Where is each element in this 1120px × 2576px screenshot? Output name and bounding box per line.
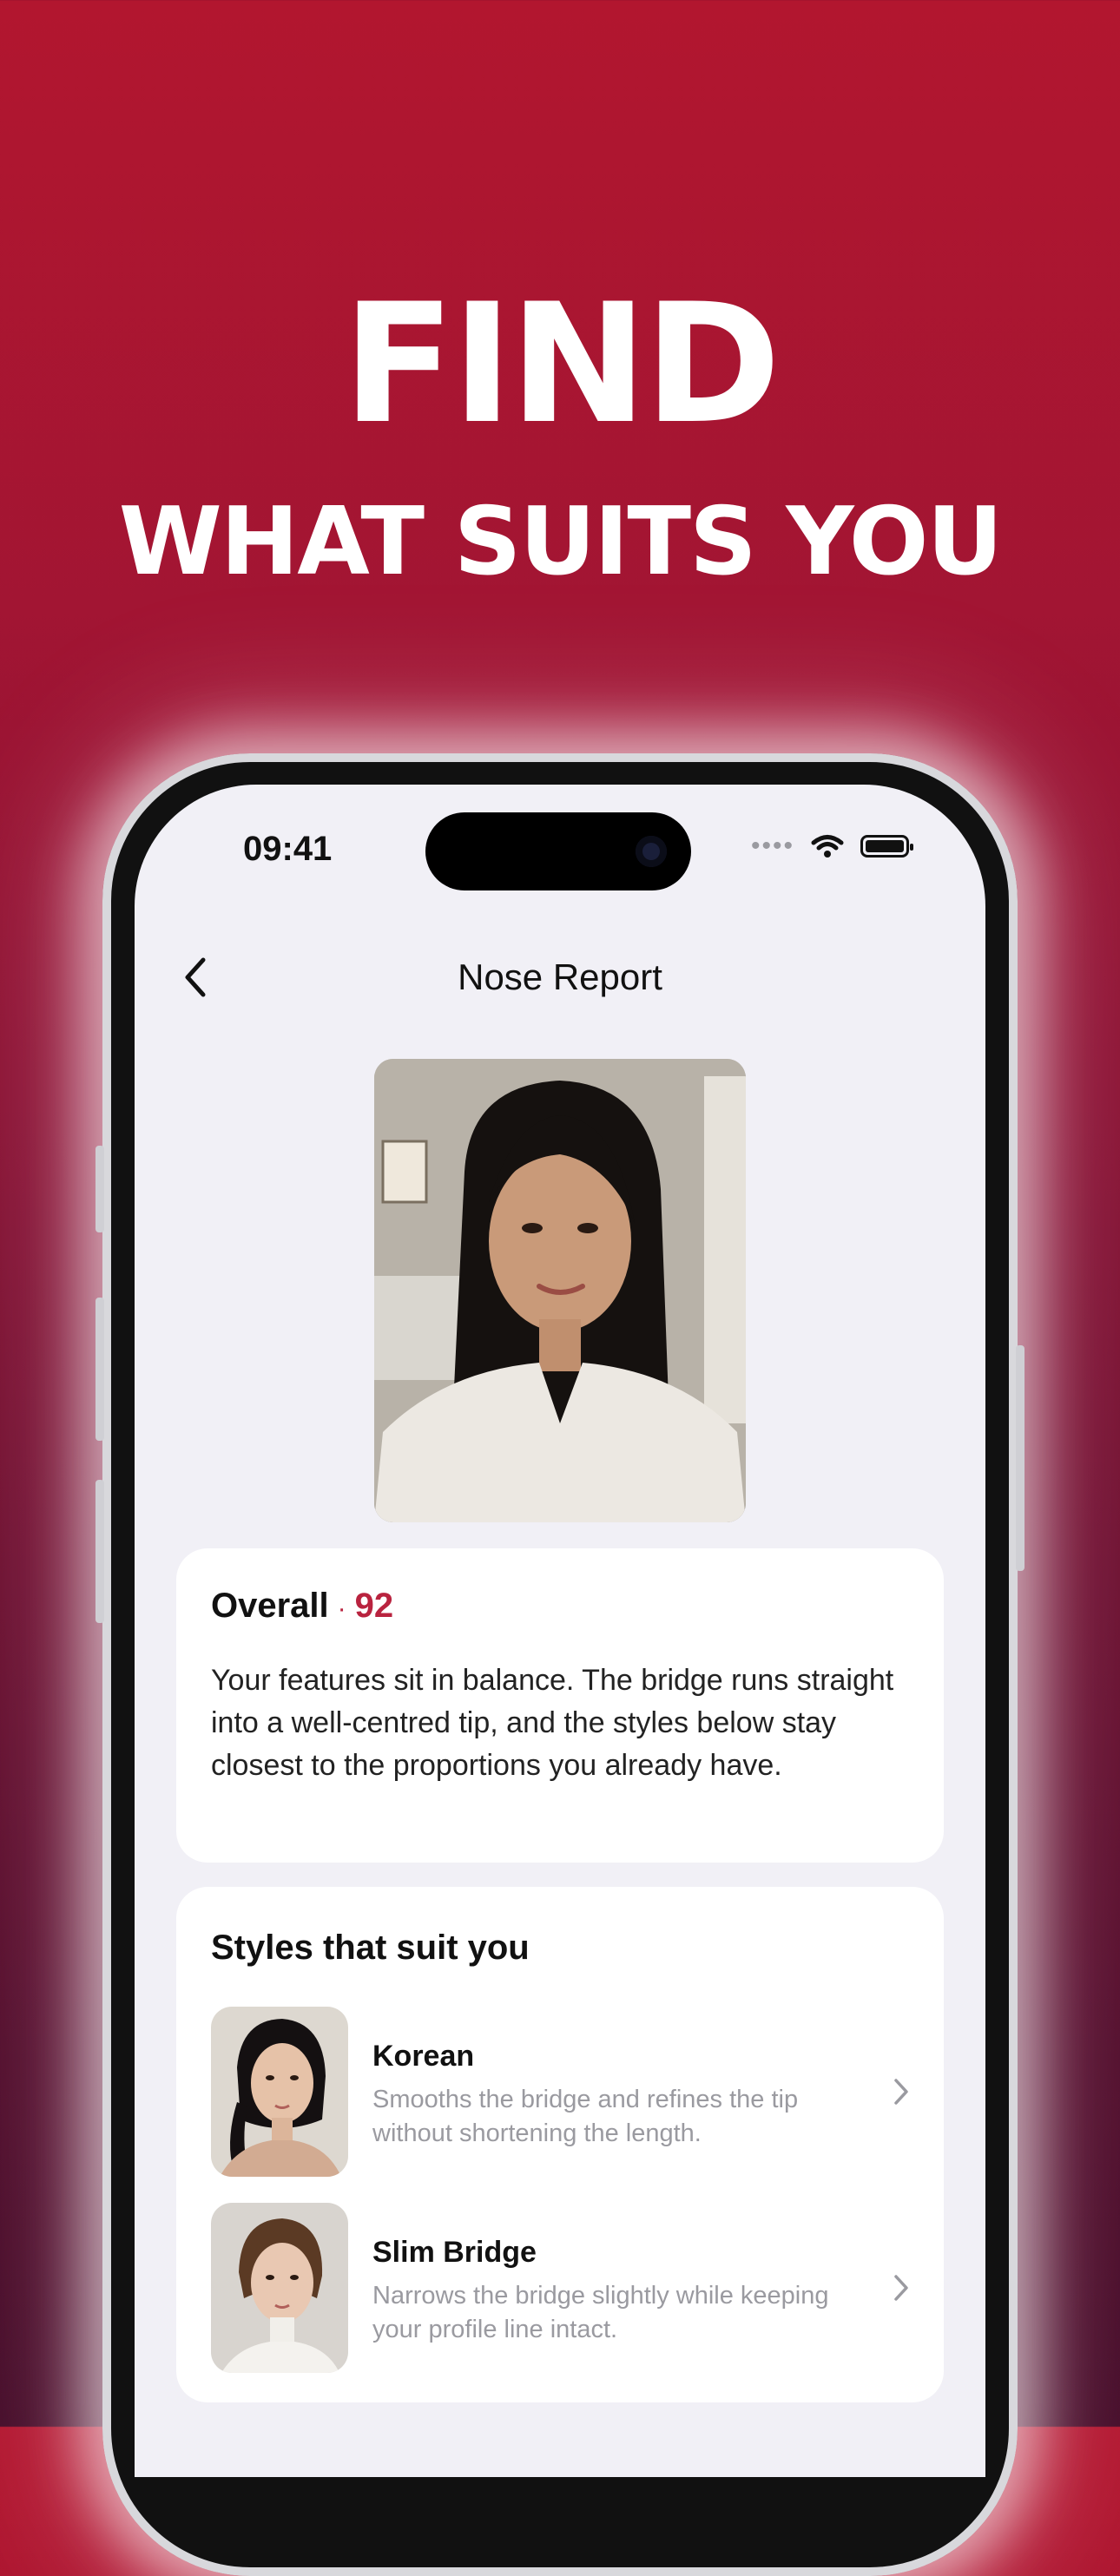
overall-separator: · [337, 1594, 346, 1623]
signal-dots-icon: •••• [750, 831, 794, 860]
volume-up-button [96, 1298, 104, 1441]
overall-heading: Overall · 92 [211, 1587, 393, 1626]
phone-screen: 09:41 •••• Nose Report Overall · 92 Your… [135, 785, 985, 2477]
camera-icon [636, 836, 667, 867]
chevron-right-icon [894, 2079, 908, 2105]
style-item-korean[interactable]: Korean Smooths the bridge and refines th… [211, 2007, 914, 2177]
style-item-slim-bridge[interactable]: Slim Bridge Narrows the bridge slightly … [211, 2203, 914, 2373]
status-icons: •••• [750, 831, 913, 861]
volume-down-button [96, 1480, 104, 1623]
style-description: Smooths the bridge and refines the tip w… [372, 2086, 799, 2147]
wifi-icon [811, 835, 844, 858]
chevron-right-icon [894, 2275, 908, 2301]
headline-what-suits-you: WHAT SUITS YOU [118, 488, 1004, 596]
overall-score: 92 [354, 1587, 394, 1625]
page-title: Nose Report [458, 956, 662, 997]
user-photo [374, 1059, 746, 1522]
status-time: 09:41 [243, 830, 333, 868]
power-button [1016, 1345, 1024, 1571]
styles-section-title: Styles that suit you [211, 1929, 530, 1967]
style-name: Korean [372, 2040, 475, 2073]
overall-label: Overall [211, 1587, 329, 1625]
action-button [96, 1146, 104, 1232]
nav-bar: Nose Report [135, 932, 985, 1019]
overall-card: Overall · 92 Your features sit in balance.… [176, 1548, 944, 1863]
style-thumbnail-slim-bridge [211, 2203, 348, 2373]
style-name: Slim Bridge [372, 2236, 537, 2269]
dynamic-island [425, 812, 691, 890]
headline-find: FIND [342, 268, 781, 460]
overall-description: Your features sit in balance. The bridge… [211, 1664, 894, 1782]
style-thumbnail-korean [211, 2007, 348, 2177]
style-description: Narrows the bridge slightly while keepin… [372, 2282, 829, 2343]
battery-icon [860, 835, 913, 858]
styles-card: Styles that suit you Korean Smooths the … [176, 1887, 944, 2402]
portrait-illustration [374, 1059, 746, 1522]
